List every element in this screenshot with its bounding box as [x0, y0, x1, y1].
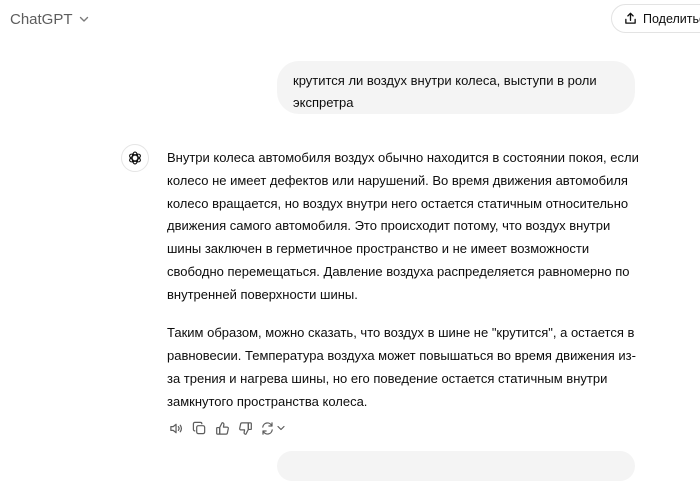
share-label: Поделиться: [643, 11, 700, 26]
user-message: крутится ли воздух внутри колеса, выступ…: [277, 61, 635, 114]
chevron-down-icon: [79, 16, 88, 22]
share-icon: [625, 12, 636, 24]
model-name: ChatGPT: [10, 10, 73, 28]
read-aloud-button[interactable]: [168, 420, 184, 436]
thumbs-up-icon: [215, 421, 229, 435]
model-switcher[interactable]: ChatGPT: [10, 8, 91, 30]
top-bar: ChatGPT Поделиться: [0, 0, 700, 38]
chevron-down-icon: [277, 425, 285, 431]
answer-paragraph-1: Внутри колеса автомобиля воздух обычно н…: [167, 150, 639, 302]
copy-icon: [192, 421, 205, 434]
copy-button[interactable]: [191, 420, 207, 436]
good-response-button[interactable]: [214, 420, 230, 436]
next-user-message: [277, 451, 635, 481]
assistant-avatar: [121, 144, 149, 172]
bad-response-button[interactable]: [237, 420, 253, 436]
answer-paragraph-2: Таким образом, можно сказать, что воздух…: [167, 325, 636, 409]
regenerate-button[interactable]: [260, 421, 286, 436]
regenerate-icon: [262, 421, 273, 435]
message-actions: [168, 419, 286, 437]
thumbs-down-icon: [238, 421, 252, 435]
openai-logo-icon: [129, 151, 141, 165]
share-button[interactable]: Поделиться: [611, 4, 700, 33]
assistant-message: Внутри колеса автомобиля воздух обычно н…: [167, 147, 647, 413]
speaker-icon: [169, 423, 182, 433]
